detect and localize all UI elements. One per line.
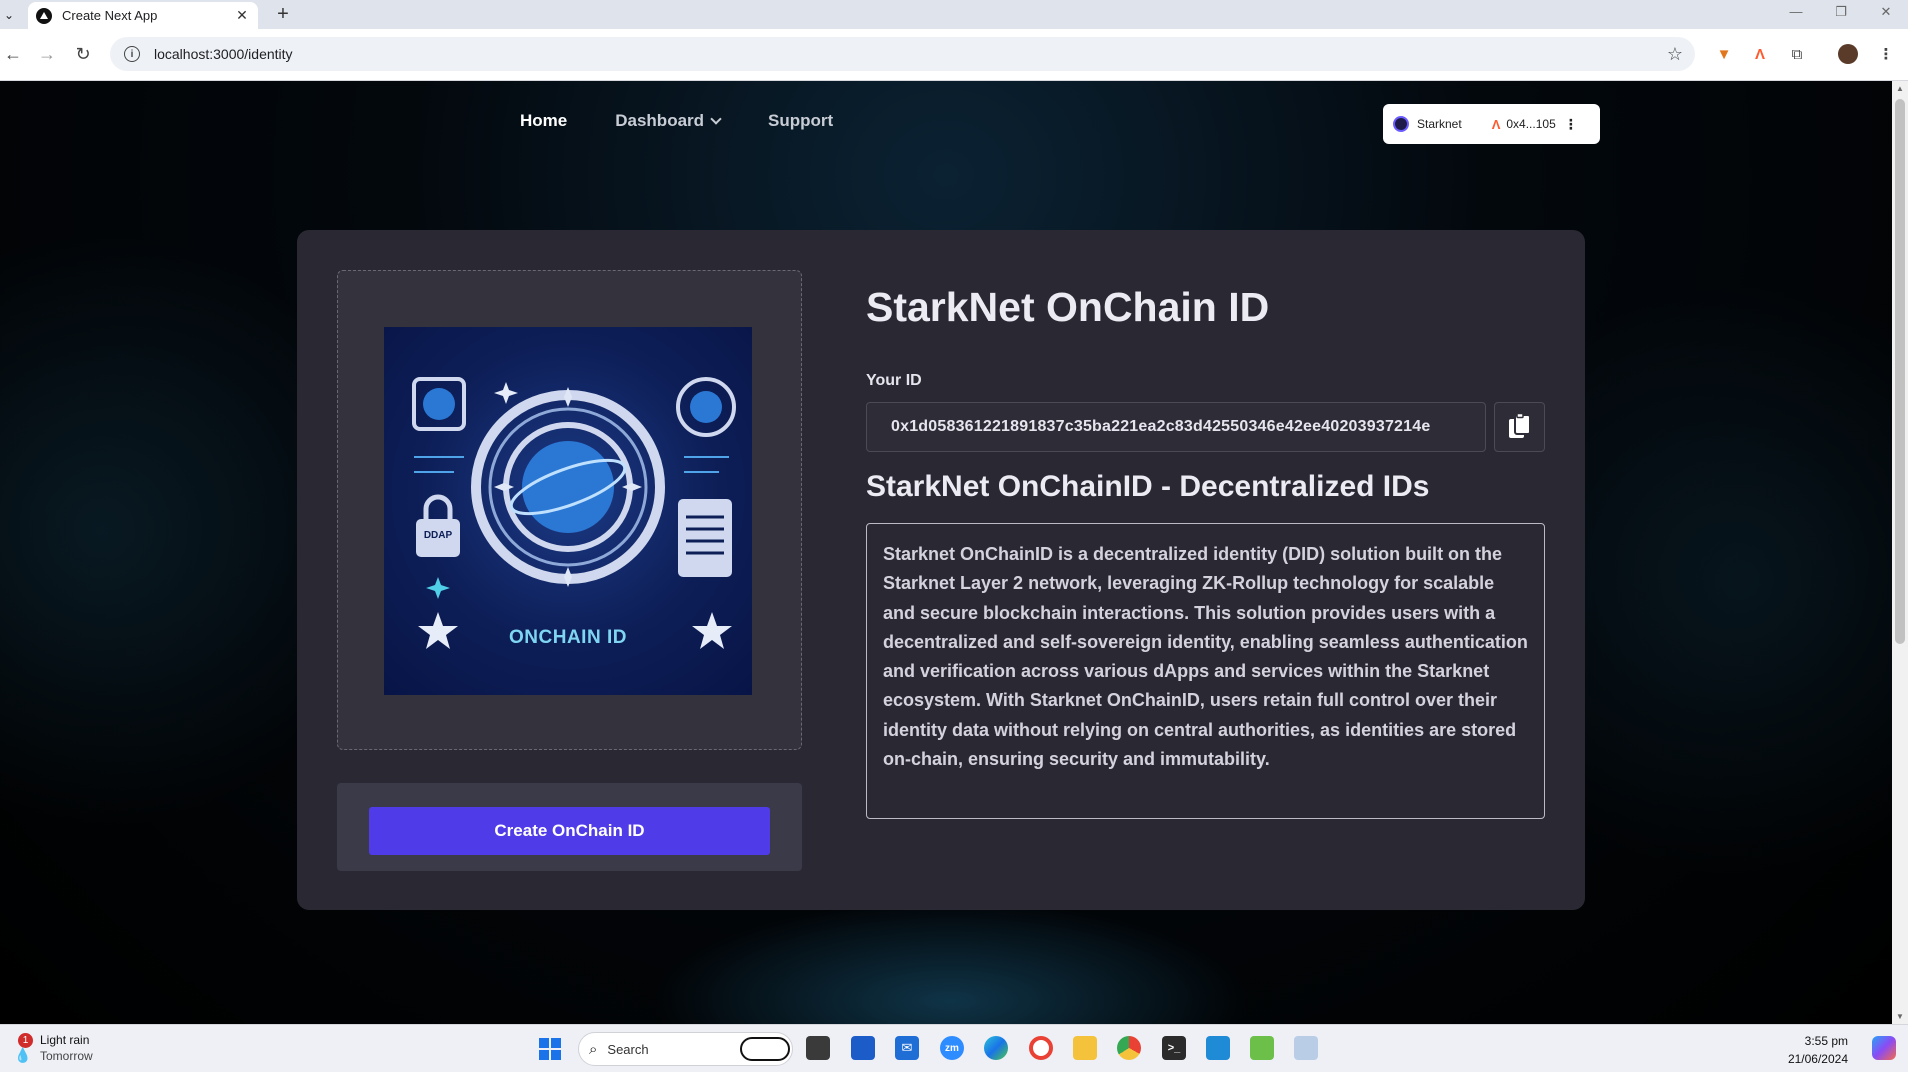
wallet-network: Starknet bbox=[1417, 117, 1462, 131]
nav-home[interactable]: Home bbox=[520, 111, 567, 131]
argent-wallet-icon: Λ bbox=[1491, 116, 1501, 132]
page-background: Home Dashboard Support Starknet Λ 0x4...… bbox=[0, 81, 1892, 1024]
rain-icon: 1 💧 bbox=[10, 1033, 36, 1063]
weather-subtitle: Tomorrow bbox=[40, 1049, 93, 1063]
main-nav: Home Dashboard Support bbox=[520, 111, 833, 131]
edge-icon[interactable] bbox=[984, 1036, 1008, 1060]
browser-menu-icon[interactable]: ⋮ bbox=[1876, 44, 1896, 64]
window-close-icon[interactable]: ✕ bbox=[1871, 4, 1901, 20]
image-frame: DDAP ONCHAIN ID bbox=[337, 270, 802, 750]
search-icon: ⌕ bbox=[589, 1040, 598, 1058]
clock-date: 21/06/2024 bbox=[1787, 1052, 1848, 1066]
windows-start-icon[interactable] bbox=[539, 1038, 561, 1060]
weather-badge: 1 bbox=[18, 1033, 33, 1048]
wallet-widget[interactable]: Starknet Λ 0x4...105 ⋮ bbox=[1383, 104, 1600, 144]
create-onchain-id-button[interactable]: Create OnChain ID bbox=[369, 807, 770, 855]
store-icon[interactable] bbox=[851, 1036, 875, 1060]
address-bar[interactable]: i localhost:3000/identity ☆ bbox=[110, 37, 1695, 71]
bookmark-star-icon[interactable]: ☆ bbox=[1667, 44, 1683, 65]
nextjs-favicon-icon bbox=[36, 7, 52, 24]
id-label: Your ID bbox=[866, 372, 922, 389]
terminal-icon[interactable]: >_ bbox=[1162, 1036, 1186, 1060]
restore-icon[interactable]: ❐ bbox=[1826, 4, 1856, 20]
nav-support-label: Support bbox=[768, 111, 834, 130]
url-text: localhost:3000/identity bbox=[154, 46, 293, 62]
copy-button[interactable] bbox=[1494, 402, 1545, 452]
wallet-address: 0x4...105 bbox=[1506, 117, 1556, 131]
chevron-down-icon bbox=[710, 113, 722, 125]
browser-tab[interactable]: Create Next App ✕ bbox=[28, 2, 258, 29]
browser-tabstrip: ⌄ Create Next App ✕ + — ❐ ✕ bbox=[0, 0, 1908, 29]
identity-card: DDAP ONCHAIN ID Create OnChain ID StarkN… bbox=[297, 230, 1585, 910]
system-clock[interactable]: 3:55 pm 21/06/2024 bbox=[1788, 1034, 1848, 1066]
tab-close-icon[interactable]: ✕ bbox=[234, 7, 250, 24]
section-subtitle: StarkNet OnChainID - Decentralized IDs bbox=[866, 470, 1430, 503]
button-container: Create OnChain ID bbox=[337, 783, 802, 871]
description-text: Starknet OnChainID is a decentralized id… bbox=[883, 544, 1528, 770]
page-title: StarkNet OnChain ID bbox=[866, 284, 1270, 330]
profile-avatar[interactable] bbox=[1838, 44, 1858, 64]
search-placeholder: Search bbox=[607, 1041, 649, 1057]
minimize-icon[interactable]: — bbox=[1781, 4, 1811, 19]
copilot-icon[interactable] bbox=[1872, 1036, 1896, 1060]
page-scrollbar[interactable]: ▲ ▼ bbox=[1892, 81, 1908, 1024]
new-tab-button[interactable]: + bbox=[272, 3, 294, 25]
background-glow bbox=[650, 901, 1250, 1024]
onchain-id-image: DDAP ONCHAIN ID bbox=[384, 327, 752, 695]
taskbar-search[interactable]: ⌕ Search bbox=[578, 1032, 793, 1066]
site-info-icon[interactable]: i bbox=[124, 46, 140, 62]
scroll-down-icon[interactable]: ▼ bbox=[1895, 1012, 1905, 1021]
wallet-menu-icon[interactable]: ⋮ bbox=[1564, 116, 1578, 133]
nav-home-label: Home bbox=[520, 111, 568, 130]
nav-dashboard-label: Dashboard bbox=[615, 111, 705, 130]
browser-toolbar: ← → ↻ i localhost:3000/identity ☆ ▼ Λ ⧉ … bbox=[0, 29, 1908, 81]
chrome-icon[interactable] bbox=[1117, 1036, 1141, 1060]
weather-title: Light rain bbox=[40, 1033, 90, 1047]
id-field[interactable]: 0x1d058361221891837c35ba221ea2c83d425503… bbox=[866, 402, 1486, 452]
forward-arrow-icon[interactable]: → bbox=[34, 41, 60, 67]
nav-support[interactable]: Support bbox=[768, 111, 833, 131]
starknet-logo-icon bbox=[1393, 116, 1409, 132]
scroll-up-icon[interactable]: ▲ bbox=[1895, 84, 1905, 93]
remote-desktop-icon[interactable] bbox=[1294, 1036, 1318, 1060]
nav-dashboard[interactable]: Dashboard bbox=[615, 111, 722, 131]
mail-icon[interactable]: ✉ bbox=[895, 1036, 919, 1060]
copy-clipboard-icon bbox=[1508, 413, 1531, 438]
raindrop-icon: 💧 bbox=[14, 1047, 32, 1063]
id-value: 0x1d058361221891837c35ba221ea2c83d425503… bbox=[891, 418, 1431, 435]
clock-time: 3:55 pm bbox=[1804, 1034, 1848, 1048]
back-arrow-icon[interactable]: ← bbox=[0, 41, 26, 67]
chrome-dev-icon[interactable] bbox=[1029, 1036, 1053, 1060]
tab-list-chevron-icon[interactable]: ⌄ bbox=[0, 4, 18, 26]
image-badge: DDAP bbox=[423, 530, 453, 541]
argent-extension-icon[interactable]: Λ bbox=[1750, 44, 1770, 64]
tab-title: Create Next App bbox=[62, 8, 158, 23]
taskbar: 1 💧 Light rain Tomorrow ⌕ Search ✉ zm >_… bbox=[0, 1024, 1908, 1072]
image-caption: ONCHAIN ID bbox=[509, 627, 627, 648]
weather-widget[interactable]: 1 💧 Light rain Tomorrow bbox=[10, 1033, 93, 1063]
search-highlight-badge bbox=[740, 1037, 790, 1061]
scroll-thumb[interactable] bbox=[1895, 99, 1905, 644]
reload-icon[interactable]: ↻ bbox=[70, 41, 96, 67]
zoom-icon[interactable]: zm bbox=[940, 1036, 964, 1060]
extensions-puzzle-icon[interactable]: ⧉ bbox=[1787, 44, 1807, 64]
task-view-icon[interactable] bbox=[806, 1036, 830, 1060]
description-box: Starknet OnChainID is a decentralized id… bbox=[866, 523, 1545, 819]
chart-app-icon[interactable] bbox=[1250, 1036, 1274, 1060]
file-explorer-icon[interactable] bbox=[1073, 1036, 1097, 1060]
metamask-extension-icon[interactable]: ▼ bbox=[1714, 44, 1734, 64]
vscode-icon[interactable] bbox=[1206, 1036, 1230, 1060]
